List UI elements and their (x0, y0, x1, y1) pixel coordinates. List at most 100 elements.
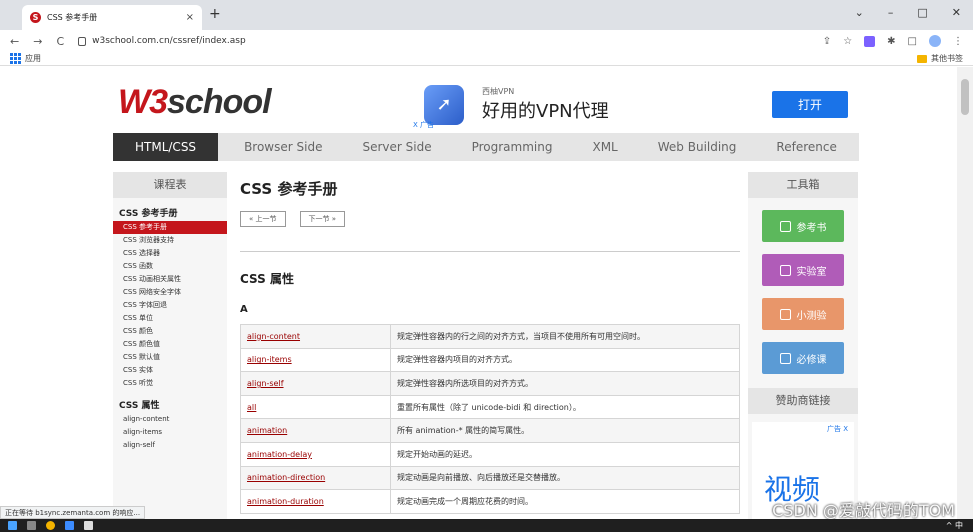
tab-search-icon[interactable]: ⌄ (855, 6, 864, 19)
properties-table: align-content 规定弹性容器内的行之间的对齐方式，当项目不使用所有可用… (240, 324, 740, 514)
tool-label: 必修课 (796, 354, 827, 366)
scrollbar[interactable] (957, 67, 973, 519)
bookmark-star-icon[interactable]: ☆ (843, 36, 852, 47)
main-content: CSS 参考手册 « 上一节 下一节 » CSS 属性 A align-cont… (240, 172, 740, 514)
url-input[interactable]: w3school.com.cn/cssref/index.asp (92, 36, 823, 46)
sidebar-item[interactable]: CSS 默认值 (113, 351, 227, 364)
property-description: 规定弹性容器内的行之间的对齐方式，当项目不使用所有可用空间时。 (390, 324, 740, 349)
extension-icon[interactable] (864, 35, 876, 47)
sidebar-item[interactable]: CSS 字体回退 (113, 299, 227, 312)
nav-item[interactable]: Server Side (342, 133, 451, 161)
nav-item[interactable]: XML (572, 133, 637, 161)
ad-banner[interactable]: ➚ 西柚VPN 好用的VPN代理 X 广告 打开 (410, 77, 858, 132)
tool-label: 参考书 (796, 222, 827, 234)
scroll-thumb[interactable] (961, 79, 969, 115)
apps-grid-icon[interactable] (10, 53, 21, 64)
letter-heading: A (240, 304, 248, 315)
prev-section-button[interactable]: « 上一节 (240, 211, 286, 227)
forward-icon[interactable]: → (33, 35, 42, 48)
lab-button[interactable]: 实验室 (762, 254, 844, 286)
ad-brand: 西柚VPN (482, 87, 515, 96)
chrome-taskbar-icon[interactable] (46, 521, 55, 530)
browser-tab[interactable]: S CSS 参考手册 × (22, 5, 202, 30)
ad-tag[interactable]: X 广告 (413, 120, 434, 130)
sponsor-ad-tag[interactable]: 广告 X (827, 424, 848, 434)
sidebar-item[interactable]: align-self (113, 439, 227, 452)
property-link[interactable]: align-items (240, 347, 391, 373)
property-link[interactable]: align-self (240, 371, 391, 396)
app-taskbar-icon[interactable] (65, 521, 74, 530)
property-link[interactable]: animation-duration (240, 489, 391, 514)
apps-label[interactable]: 应用 (25, 53, 41, 64)
sidebar-item[interactable]: CSS 颜色 (113, 325, 227, 338)
next-section-button[interactable]: 下一节 » (299, 211, 346, 227)
top-nav: HTML/CSS Browser Side Server Side Programmi… (113, 133, 859, 161)
sidebar-item[interactable]: align-content (113, 413, 227, 426)
w3school-logo[interactable]: W3school (118, 83, 272, 122)
reload-icon[interactable]: C (56, 35, 64, 48)
nav-item[interactable]: Web Building (638, 133, 757, 161)
w3school-favicon-icon: S (30, 12, 41, 23)
sidebar-item[interactable]: CSS 函数 (113, 260, 227, 273)
back-icon[interactable]: ← (10, 35, 19, 48)
right-sidebar: 工具箱 参考书 实验室 小测验 必修课 赞助商链接 广告 X 视频 (748, 172, 858, 519)
extensions-puzzle-icon[interactable]: ✱ (887, 36, 895, 47)
sidebar-item[interactable]: CSS 选择器 (113, 247, 227, 260)
course-button[interactable]: 必修课 (762, 342, 844, 374)
taskbar: ^ 中 (0, 519, 973, 532)
tool-icon (779, 308, 791, 320)
quiz-button[interactable]: 小测验 (762, 298, 844, 330)
close-tab-icon[interactable]: × (186, 12, 194, 23)
windows-start-icon[interactable] (8, 521, 17, 530)
profile-avatar[interactable] (929, 35, 941, 47)
property-description: 所有 animation-* 属性的简写属性。 (390, 418, 740, 443)
property-link[interactable]: animation-direction (240, 465, 391, 491)
rocket-icon: ➚ (424, 84, 464, 125)
left-sidebar: 课程表 CSS 参考手册 CSS 参考手册 CSS 浏览器支持 CSS 选择器 CSS… (113, 172, 227, 519)
sidebar-item[interactable]: CSS 实体 (113, 364, 227, 377)
property-link[interactable]: all (240, 394, 391, 420)
nav-item[interactable]: HTML/CSS (113, 133, 219, 161)
share-icon[interactable]: ⇪ (823, 36, 831, 47)
minimize-button[interactable]: – (888, 6, 894, 19)
sidebar-item[interactable]: CSS 网络安全字体 (113, 286, 227, 299)
reference-book-button[interactable]: 参考书 (762, 210, 844, 242)
address-bar: ← → C w3school.com.cn/cssref/index.asp ⇪… (0, 30, 973, 52)
sidebar-item[interactable]: CSS 听觉 (113, 377, 227, 390)
nav-item[interactable]: Programming (452, 133, 573, 161)
tab-bar: S CSS 参考手册 × + ⌄ – □ ✕ (0, 0, 973, 30)
nav-item[interactable]: Browser Side (224, 133, 342, 161)
folder-icon (917, 54, 927, 63)
table-row: align-content 规定弹性容器内的行之间的对齐方式，当项目不使用所有可用… (240, 324, 740, 349)
sidebar-item[interactable]: align-items (113, 426, 227, 439)
property-link[interactable]: align-content (240, 324, 391, 349)
lock-icon[interactable] (78, 36, 87, 46)
menu-icon[interactable]: ⋮ (953, 36, 963, 47)
watermark: CSDN @爱敲代码的TOM (772, 501, 955, 520)
tool-icon (779, 220, 791, 232)
maximize-button[interactable]: □ (917, 6, 927, 19)
property-link[interactable]: animation-delay (240, 441, 391, 467)
tab-title: CSS 参考手册 (47, 13, 98, 22)
divider (240, 251, 740, 252)
sidebar-item[interactable]: CSS 参考手册 (113, 221, 227, 234)
sidebar-item[interactable]: CSS 动画相关属性 (113, 273, 227, 286)
new-tab-button[interactable]: + (209, 6, 221, 22)
taskview-icon[interactable] (27, 521, 36, 530)
ad-text: 西柚VPN 好用的VPN代理 (482, 86, 609, 123)
other-bookmarks[interactable]: 其他书签 (917, 53, 963, 64)
sidebar-item[interactable]: CSS 颜色值 (113, 338, 227, 351)
sidebar-item[interactable]: CSS 单位 (113, 312, 227, 325)
ad-open-button[interactable]: 打开 (772, 91, 848, 118)
sidebar-list: align-content align-items align-self (113, 413, 227, 452)
property-description: 规定动画完成一个周期应花费的时间。 (390, 489, 740, 514)
tray-area[interactable]: ^ 中 (946, 520, 973, 531)
app-taskbar-icon[interactable] (84, 521, 93, 530)
table-row: align-items 规定弹性容器内项目的对齐方式。 (240, 347, 740, 373)
property-link[interactable]: animation (240, 418, 391, 443)
sidepanel-icon[interactable]: □ (908, 36, 917, 47)
table-row: all 重置所有属性（除了 unicode-bidi 和 direction）。 (240, 394, 740, 420)
close-window-button[interactable]: ✕ (952, 6, 961, 19)
sidebar-item[interactable]: CSS 浏览器支持 (113, 234, 227, 247)
nav-item[interactable]: Reference (756, 133, 856, 161)
